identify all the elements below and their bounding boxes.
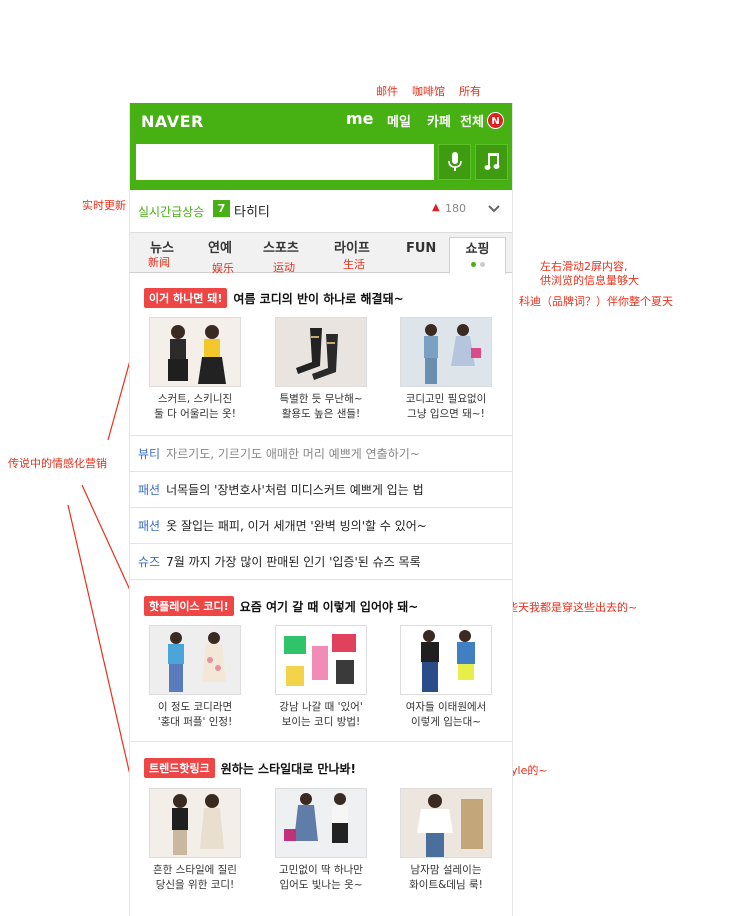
chevron-down-icon[interactable] (487, 202, 501, 216)
note-entertainment: 娱乐 (212, 262, 234, 275)
note-life: 生活 (343, 258, 365, 271)
page-indicator (468, 261, 490, 269)
product-thumbnail[interactable] (275, 788, 367, 858)
product-caption[interactable]: 이 정도 코디라면 '홍대 퍼플' 인정! (140, 700, 250, 730)
list-item[interactable]: 슈즈 7월 까지 가장 많이 판매된 인기 '입증'된 슈즈 목록 (130, 543, 512, 579)
note-swipe-2: 供浏览的信息量够大 (540, 274, 639, 287)
note-all: 所有 (459, 85, 481, 98)
page-dot-active (471, 262, 476, 267)
realtime-trend-bar[interactable]: 실시간급상승 7 타히티 ▲ 180 (130, 190, 512, 233)
mobile-page: NAVER me 메일 카페 전체 N 실시간급상승 7 타히티 ▲ 180 뉴… (129, 103, 513, 916)
section-header[interactable]: 트렌드핫링크 원하는 스타일대로 만나봐! (144, 758, 356, 778)
section-title: 요즘 여기 갈 때 이렇게 입어야 돼~ (239, 599, 419, 614)
product-caption[interactable]: 여자들 이태원에서 이렇게 입는대~ (391, 700, 501, 730)
realtime-label: 실시간급상승 (138, 205, 205, 219)
list-item[interactable]: 패션 옷 잘입는 패피, 이거 세개면 '완벽 빙의'할 수 있어~ (130, 507, 512, 543)
page-dot (480, 262, 485, 267)
section-badge: 트렌드핫링크 (144, 758, 215, 778)
product-thumbnail[interactable] (275, 317, 367, 387)
section-header[interactable]: 이거 하나면 돼! 여름 코디의 반이 하나로 해결돼~ (144, 288, 404, 308)
product-thumbnail[interactable] (149, 625, 241, 695)
product-caption[interactable]: 흔한 스타일에 질린 당신을 위한 코디! (140, 863, 250, 893)
product-caption[interactable]: 고민없이 딱 하나만 입어도 빛나는 옷~ (266, 863, 376, 893)
section-tabs: 뉴스 연예 스포츠 라이프 FUN 쇼핑 (130, 233, 512, 274)
n-badge-icon[interactable]: N (487, 112, 504, 129)
product-caption[interactable]: 강남 나갈 때 '있어' 보이는 코디 방법! (266, 700, 376, 730)
all-services-link[interactable]: 전체 (460, 111, 484, 130)
microphone-icon (447, 152, 462, 171)
section-title: 여름 코디의 반이 하나로 해결돼~ (233, 291, 404, 306)
divider (130, 741, 512, 742)
me-link[interactable]: me (346, 109, 374, 128)
trend-count: 180 (445, 202, 466, 215)
note-emotion: 传说中的情感化营销 (8, 457, 107, 470)
list-item[interactable]: 패션 너목들의 '장변호사'처럼 미디스커트 예쁘게 입는 법 (130, 471, 512, 507)
tab-fun[interactable]: FUN (406, 237, 436, 271)
note-news: 新闻 (148, 256, 170, 269)
section-title: 원하는 스타일대로 만나봐! (220, 761, 357, 776)
product-caption[interactable]: 남자맘 설레이는 화이트&데님 룩! (391, 863, 501, 893)
product-thumbnail[interactable] (275, 625, 367, 695)
trend-keyword[interactable]: 타히티 (234, 201, 270, 220)
music-search-button[interactable] (475, 144, 508, 180)
music-note-icon (484, 153, 499, 170)
product-thumbnail[interactable] (149, 317, 241, 387)
section-badge: 이거 하나면 돼! (144, 288, 228, 308)
cafe-link[interactable]: 카페 (427, 111, 451, 130)
product-caption[interactable]: 코디고민 필요없이 그냥 입으면 돼~! (391, 392, 501, 422)
product-caption[interactable]: 특별한 듯 무난해~ 활용도 높은 샌들! (266, 392, 376, 422)
product-thumbnail[interactable] (149, 788, 241, 858)
section-header[interactable]: 핫플레이스 코디! 요즘 여기 갈 때 이렇게 입어야 돼~ (144, 596, 418, 616)
voice-search-button[interactable] (438, 144, 471, 180)
product-thumbnail[interactable] (400, 788, 492, 858)
product-thumbnail[interactable] (400, 317, 492, 387)
note-mail: 邮件 (376, 85, 398, 98)
note-realtime: 实时更新 (82, 199, 126, 212)
product-thumbnail[interactable] (400, 625, 492, 695)
note-sports: 运动 (273, 261, 295, 274)
section-badge: 핫플레이스 코디! (144, 596, 234, 616)
naver-logo[interactable]: NAVER (141, 112, 204, 131)
search-input[interactable] (136, 144, 434, 180)
header: NAVER me 메일 카페 전체 N (130, 103, 512, 190)
rank-up-icon: ▲ (432, 202, 440, 213)
divider (130, 579, 512, 580)
product-caption[interactable]: 스커트, 스키니진 둘 다 어울리는 옷! (140, 392, 250, 422)
note-cafe: 咖啡馆 (412, 85, 445, 98)
trend-rank-badge: 7 (213, 200, 230, 217)
list-item[interactable]: 뷰티 자르기도, 기르기도 애매한 머리 예쁘게 연출하기~ (130, 435, 512, 471)
mail-link[interactable]: 메일 (387, 111, 411, 130)
